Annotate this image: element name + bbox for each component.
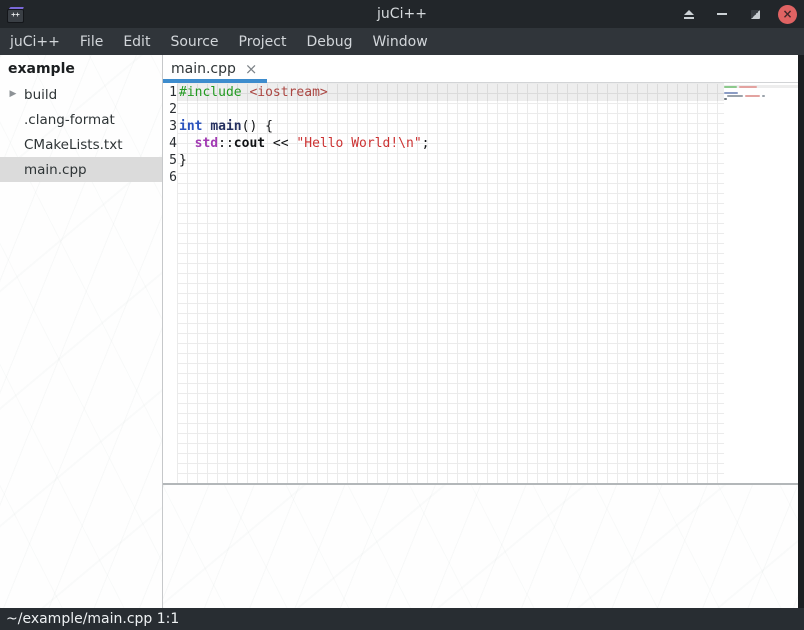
token-keyword: int: [179, 119, 202, 134]
menu-debug[interactable]: Debug: [306, 31, 352, 53]
token-plain: <<: [265, 136, 296, 151]
minimize-button[interactable]: [712, 4, 732, 24]
tree-item-cmakelists-txt[interactable]: CMakeLists.txt: [0, 132, 162, 157]
project-root[interactable]: example: [0, 55, 162, 82]
token-preprocessor: #include: [179, 85, 242, 100]
terminal-panel[interactable]: [163, 485, 798, 608]
menu-project[interactable]: Project: [239, 31, 287, 53]
statusbar: ~/example/main.cpp 1:1: [0, 608, 804, 630]
code-line-6[interactable]: [177, 169, 724, 186]
tab-main-cpp[interactable]: main.cpp ×: [163, 55, 267, 82]
token-namespace: std: [195, 136, 218, 151]
tree-item--clang-format[interactable]: .clang-format: [0, 107, 162, 132]
minimap-segment: [739, 86, 757, 88]
token-plain: ;: [422, 136, 430, 151]
minimap-row: [724, 100, 798, 103]
tree-item-label: .clang-format: [21, 112, 115, 128]
tabbar: main.cpp ×: [163, 55, 798, 83]
line-number: 6: [163, 169, 177, 186]
content-area: example ▶build .clang-format CMakeLists.tx…: [0, 55, 804, 608]
tab-close-icon[interactable]: ×: [245, 62, 258, 76]
status-file-position: ~/example/main.cpp 1:1: [6, 611, 179, 627]
tree-item-label: main.cpp: [21, 162, 87, 178]
token-include_path: <iostream>: [249, 85, 327, 100]
tab-label: main.cpp: [171, 61, 236, 77]
minimap-segment: [724, 98, 727, 100]
minimize-icon: [717, 13, 727, 15]
code-line-3[interactable]: int main() {: [177, 118, 724, 135]
expander-icon[interactable]: ▶: [5, 82, 21, 107]
code-area[interactable]: #include <iostream>int main() { std::cou…: [177, 83, 724, 483]
code-line-4[interactable]: std::cout << "Hello World!\n";: [177, 135, 724, 152]
eject-icon: [684, 10, 694, 19]
minimap-segment: [727, 95, 743, 97]
editor-pane: main.cpp × 123456 #include <iostream>int…: [163, 55, 798, 608]
token-plain: [179, 136, 195, 151]
menubar: juCi++ File Edit Source Project Debug Window: [0, 28, 804, 55]
line-number: 2: [163, 101, 177, 118]
code-line-2[interactable]: [177, 101, 724, 118]
minimap-segment: [745, 95, 760, 97]
token-plain: () {: [242, 119, 273, 134]
vertical-scrollbar[interactable]: [798, 55, 804, 608]
tree-item-build[interactable]: ▶build: [0, 82, 162, 107]
line-number-gutter: 123456: [163, 83, 177, 483]
minimap[interactable]: [724, 83, 798, 483]
juci-logo-icon: ++: [7, 6, 27, 22]
tree-item-main-cpp[interactable]: main.cpp: [0, 157, 162, 182]
menu-window[interactable]: Window: [373, 31, 428, 53]
titlebar: ++ juCi++ ×: [0, 0, 804, 28]
token-plain: }: [179, 153, 187, 168]
token-member: cout: [234, 136, 265, 151]
source-editor[interactable]: 123456 #include <iostream>int main() { s…: [163, 83, 798, 483]
menu-edit[interactable]: Edit: [123, 31, 150, 53]
file-tree-sidebar: example ▶build .clang-format CMakeLists.tx…: [0, 55, 163, 608]
restore-icon: [751, 10, 760, 19]
minimap-segment: [724, 92, 738, 94]
line-number: 3: [163, 118, 177, 135]
menu-file[interactable]: File: [80, 31, 103, 53]
line-number: 4: [163, 135, 177, 152]
tree-item-label: build: [21, 87, 57, 103]
token-string: "Hello World!\n": [296, 136, 421, 151]
token-plain: ::: [218, 136, 234, 151]
code-line-5[interactable]: }: [177, 152, 724, 169]
file-tree: ▶build .clang-format CMakeLists.txt main.cp…: [0, 82, 162, 182]
token-function: main: [210, 119, 241, 134]
minimap-segment: [724, 86, 737, 88]
line-number: 1: [163, 84, 177, 101]
minimap-segment: [762, 95, 765, 97]
menu-juci-[interactable]: juCi++: [10, 31, 60, 53]
line-number: 5: [163, 152, 177, 169]
window-controls: ×: [679, 4, 804, 24]
restore-button[interactable]: [745, 4, 765, 24]
menu-source[interactable]: Source: [170, 31, 218, 53]
shade-button[interactable]: [679, 4, 699, 24]
tree-item-label: CMakeLists.txt: [21, 137, 123, 153]
close-button[interactable]: ×: [778, 5, 797, 24]
app-window: ++ juCi++ × juCi++ File Edit Source Project D…: [0, 0, 804, 630]
code-line-1[interactable]: #include <iostream>: [177, 84, 724, 101]
